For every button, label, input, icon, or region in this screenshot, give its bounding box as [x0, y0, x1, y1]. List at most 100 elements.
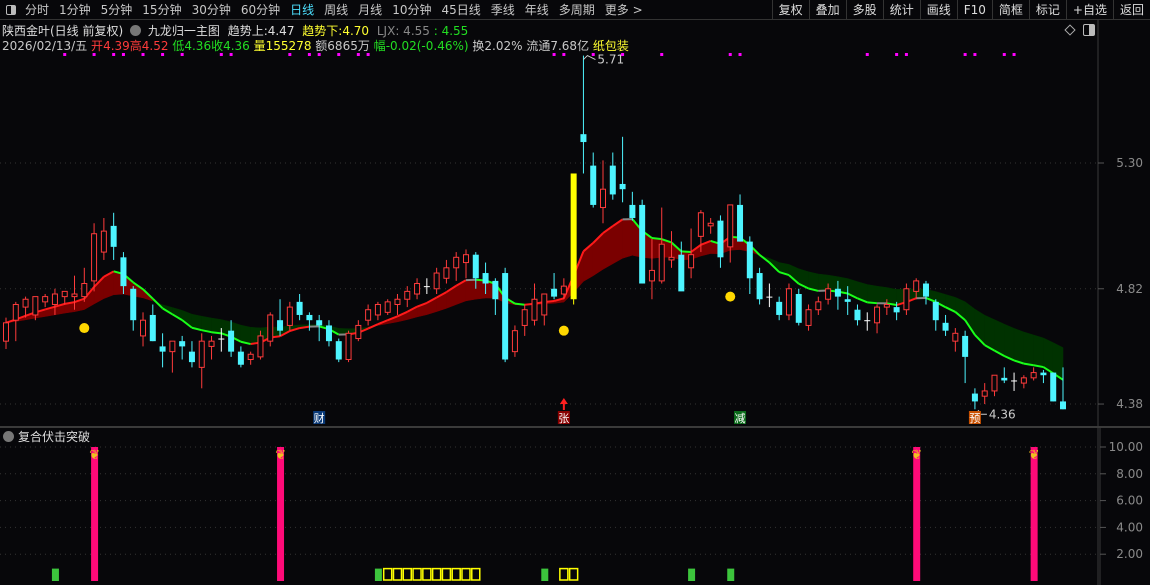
tab-period-3[interactable]: 15分钟 — [137, 0, 186, 20]
candle-body — [717, 220, 724, 258]
lower-tick-label: 4.00 — [1116, 520, 1143, 534]
candle-body — [570, 173, 577, 300]
candle-body — [159, 346, 166, 352]
tab-period-11[interactable]: 季线 — [486, 0, 520, 20]
candle-body — [316, 320, 323, 326]
candle-body — [81, 283, 88, 298]
toolbar-button-5[interactable]: F10 — [956, 0, 992, 20]
trend-band — [876, 285, 888, 304]
trend-line-segment — [867, 301, 878, 305]
candle-body — [668, 256, 675, 261]
candle-body — [971, 393, 978, 402]
butterfly-icon: ❦ — [275, 448, 286, 463]
high-marker-arrow — [583, 54, 596, 61]
tab-period-2[interactable]: 5分钟 — [96, 0, 138, 20]
yellow-signal-box — [422, 567, 432, 581]
low-price-label: 4.36 — [989, 407, 1016, 421]
candle-body — [648, 269, 655, 282]
candle-body — [472, 254, 479, 279]
tab-period-4[interactable]: 30分钟 — [187, 0, 236, 20]
candle-body — [541, 293, 548, 316]
trend-down-label: 趋势下: — [302, 24, 343, 38]
tab-period-10[interactable]: 45日线 — [436, 0, 485, 20]
candle-body — [1001, 377, 1008, 381]
butterfly-icon: ❦ — [89, 448, 100, 463]
trend-band — [788, 264, 799, 285]
tab-period-7[interactable]: 周线 — [319, 0, 353, 20]
lower-tick-label: 2.00 — [1116, 547, 1143, 561]
candle-body — [874, 306, 881, 324]
low-label: 低 — [172, 39, 185, 53]
tab-period-8[interactable]: 月线 — [353, 0, 387, 20]
candle-body — [688, 254, 695, 269]
event-label: 减 — [735, 412, 746, 425]
lower-indicator-name[interactable]: 复合伏击突破 — [18, 430, 90, 444]
candle-body — [727, 204, 734, 248]
indicator-name[interactable]: 九龙归一主图 — [148, 24, 220, 38]
candle-body — [825, 288, 832, 300]
candle-body — [149, 314, 156, 342]
candle-body — [325, 325, 332, 342]
tab-period-14[interactable]: 更多 > — [600, 0, 648, 20]
high-value: 4.52 — [141, 39, 169, 53]
candle-body — [707, 222, 714, 227]
tab-period-9[interactable]: 10分钟 — [387, 0, 436, 20]
close-value: 4.36 — [223, 39, 250, 53]
magenta-marker — [660, 53, 664, 56]
trend-band — [211, 317, 222, 334]
candle-body — [531, 298, 538, 321]
pink-signal-bar — [1030, 447, 1038, 581]
candle-body — [32, 296, 39, 316]
lower-tick-label: 10.00 — [1109, 440, 1143, 454]
candle-body — [805, 309, 812, 326]
candle-body — [932, 301, 939, 321]
magenta-marker — [973, 53, 977, 56]
turnover-value: 换2.02% — [472, 39, 523, 53]
candle-body — [306, 314, 313, 321]
trend-band — [583, 242, 594, 282]
candle-body — [482, 273, 489, 284]
candle-body — [776, 301, 783, 315]
candle-body — [130, 288, 137, 321]
side-panel-toggle-icon[interactable] — [1083, 24, 1095, 36]
chevron-down-icon[interactable] — [3, 431, 14, 442]
candle-body — [384, 301, 391, 313]
toolbar-button-0[interactable]: 复权 — [771, 0, 809, 20]
candle-body — [120, 257, 127, 287]
sector-link[interactable]: 纸包装 — [593, 39, 629, 53]
tab-period-5[interactable]: 60分钟 — [236, 0, 285, 20]
trend-band — [1004, 323, 1015, 361]
high-price-label: 5.71 — [597, 53, 624, 67]
toolbar-button-6[interactable]: 简框 — [991, 0, 1029, 20]
tab-period-1[interactable]: 1分钟 — [54, 0, 96, 20]
toolbar-button-2[interactable]: 多股 — [845, 0, 883, 20]
candle-body — [785, 288, 792, 316]
toolbar-button-1[interactable]: 叠加 — [808, 0, 846, 20]
toolbar-button-9[interactable]: 返回 — [1112, 0, 1150, 20]
candle-body — [629, 204, 636, 219]
candle-body — [854, 309, 861, 321]
toolbar-button-4[interactable]: 画线 — [919, 0, 957, 20]
trend-line-segment — [514, 302, 525, 306]
tab-period-12[interactable]: 年线 — [520, 0, 554, 20]
toolbar-button-3[interactable]: 统计 — [882, 0, 920, 20]
panel-toggle-button[interactable] — [2, 1, 20, 19]
chevron-down-icon[interactable] — [130, 25, 142, 36]
up-arrow-icon — [559, 398, 568, 404]
tab-period-13[interactable]: 多周期 — [554, 0, 600, 20]
candle-body — [3, 322, 9, 342]
candle-body — [981, 390, 988, 397]
candle-body — [286, 306, 293, 326]
toolbar-button-8[interactable]: +自选 — [1065, 0, 1113, 20]
candle-body — [952, 332, 959, 342]
tab-period-6[interactable]: 日线 — [285, 0, 319, 20]
yellow-signal-box — [392, 567, 403, 581]
candle-body — [511, 330, 518, 353]
candle-body — [697, 212, 704, 237]
candle-body — [1040, 372, 1047, 376]
kline-chart[interactable]: 5.30 4.82 4.38 10.00 8.00 6.00 4.00 2.00 5.71 4.3… — [0, 0, 1150, 585]
tab-period-0[interactable]: 分时 — [20, 0, 54, 20]
candle-body — [453, 256, 460, 269]
magenta-marker — [738, 53, 742, 56]
toolbar-button-7[interactable]: 标记 — [1028, 0, 1066, 20]
